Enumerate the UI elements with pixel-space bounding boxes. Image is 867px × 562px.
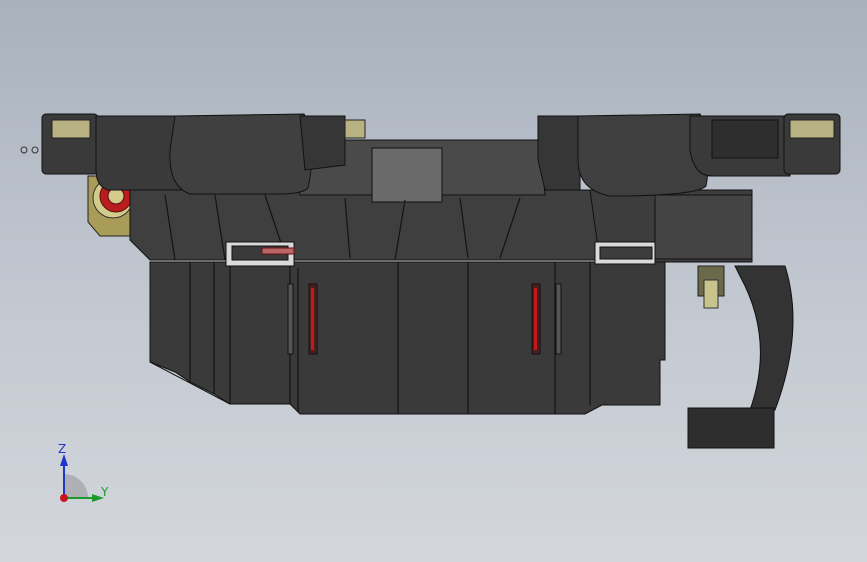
hook-bracket <box>687 265 794 449</box>
right-motor-pod <box>537 113 841 197</box>
graphics-viewport[interactable]: Z Y <box>0 0 867 562</box>
x-axis-dot-icon <box>60 494 68 502</box>
z-axis-label: Z <box>58 442 67 456</box>
cad-model-view[interactable] <box>0 0 867 562</box>
y-axis-label: Y <box>101 485 109 499</box>
lower-housing <box>149 241 666 415</box>
point-markers <box>20 146 39 154</box>
